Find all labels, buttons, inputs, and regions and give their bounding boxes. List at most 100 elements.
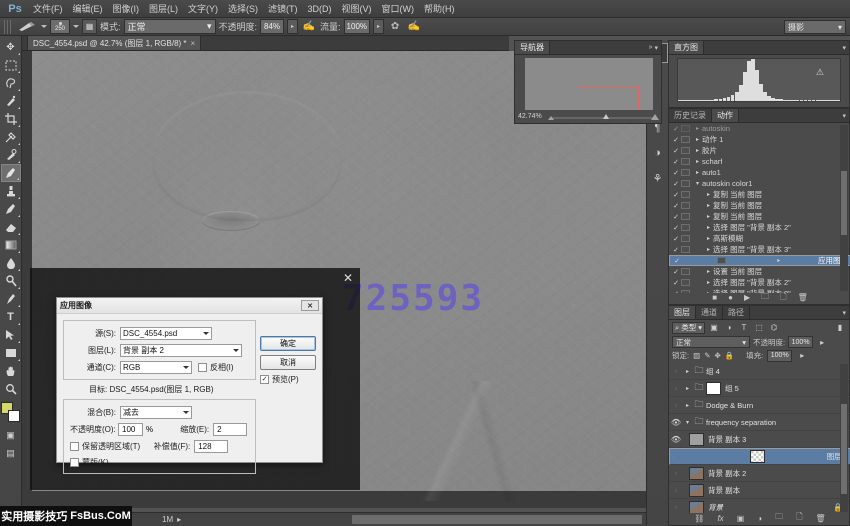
action-row[interactable]: ✓▸复制 当前 图层 [669, 189, 850, 200]
brush-tool[interactable] [1, 164, 21, 182]
action-toggle-checkmark-icon[interactable]: ✓ [671, 180, 681, 188]
actions-list[interactable]: ✓▸autoskin✓▸动作 1✓▸胶片✓▸scharf✓▸auto1✓▾aut… [669, 123, 850, 293]
stop-action-icon[interactable]: ■ [712, 293, 717, 302]
layer-visibility-icon[interactable]: ▫ [669, 486, 683, 495]
tab-channels[interactable]: 通道 [696, 306, 723, 319]
tab-navigator[interactable]: 导航器 [515, 41, 550, 54]
brush-size-chevron-icon[interactable] [73, 25, 79, 28]
disclosure-triangle-icon[interactable]: ▸ [704, 268, 713, 275]
zoom-tool[interactable] [1, 380, 21, 398]
new-layer-icon[interactable]: 🗋 [796, 511, 802, 525]
blend-select[interactable]: 减去 [120, 406, 192, 419]
scrollbar-thumb[interactable] [352, 515, 642, 524]
layer-thumbnail[interactable] [750, 450, 765, 463]
disclosure-triangle-icon[interactable]: ▸ [693, 125, 702, 132]
action-row[interactable]: ✓▸应用图像 [669, 255, 850, 266]
action-toggle-checkmark-icon[interactable]: ✓ [671, 213, 681, 221]
airbrush-icon[interactable]: ✿ [387, 19, 403, 34]
action-toggle-checkmark-icon[interactable]: ✓ [671, 136, 681, 144]
action-toggle-checkmark-icon[interactable]: ✓ [671, 125, 681, 133]
action-row[interactable]: ✓▸auto1 [669, 167, 850, 178]
layer-row[interactable]: ▫▸🗀组 5 [669, 380, 850, 397]
play-action-icon[interactable]: ▶ [744, 293, 750, 302]
action-row[interactable]: ✓▸scharf [669, 156, 850, 167]
layer-row[interactable]: ▫▸🗀组 4 [669, 363, 850, 380]
layer-row[interactable]: ▫背景 副本 2 [669, 465, 850, 482]
action-toggle-checkmark-icon[interactable]: ✓ [671, 235, 681, 243]
filter-toggle-icon[interactable]: ▮ [834, 322, 846, 334]
actions-scrollbar[interactable] [840, 125, 848, 291]
layer-blend-mode-select[interactable]: 正常 ▾ [672, 336, 750, 348]
blend-mode-select[interactable]: 正常 ▾ [124, 19, 216, 34]
action-dialog-toggle-icon[interactable] [681, 246, 690, 253]
layer-style-icon[interactable]: fx [717, 514, 723, 523]
clone-stamp-tool[interactable] [1, 182, 21, 200]
collapse-icon[interactable]: » [649, 44, 653, 51]
action-toggle-checkmark-icon[interactable]: ✓ [671, 202, 681, 210]
layer-thumbnail[interactable] [689, 433, 704, 446]
action-row[interactable]: ✓▾autoskin color1 [669, 178, 850, 189]
layer-row[interactable]: ▫图层 1 [669, 448, 850, 465]
record-action-icon[interactable]: ● [728, 293, 733, 302]
disclosure-triangle-icon[interactable]: ▸ [683, 385, 692, 392]
disclosure-triangle-icon[interactable]: ▸ [704, 235, 713, 242]
tab-paths[interactable]: 路径 [723, 306, 750, 319]
action-toggle-checkmark-icon[interactable]: ✓ [671, 224, 681, 232]
dodge-tool[interactable] [1, 272, 21, 290]
mask-checkbox[interactable]: 蒙版(K)... [70, 457, 115, 468]
marquee-tool[interactable] [1, 56, 21, 74]
layer-visibility-icon[interactable]: ▫ [669, 469, 683, 478]
color-swatches[interactable] [1, 402, 21, 424]
pen-tool[interactable] [1, 290, 21, 308]
opacity-value-field[interactable]: 84% [260, 19, 284, 34]
scrollbar-thumb[interactable] [841, 171, 847, 235]
layer-opacity-value[interactable]: 100% [788, 336, 813, 348]
crop-tool[interactable] [1, 110, 21, 128]
panel-menu-icon[interactable]: ▾ [842, 309, 846, 317]
layer-fill-value[interactable]: 100% [767, 350, 792, 362]
layer-mask-thumbnail[interactable] [706, 382, 721, 395]
navigator-thumbnail[interactable] [525, 58, 653, 112]
gradient-tool[interactable] [1, 236, 21, 254]
healing-brush-tool[interactable] [1, 146, 21, 164]
eraser-tool[interactable] [1, 218, 21, 236]
delete-layer-icon[interactable]: 🗑 [816, 514, 826, 523]
action-dialog-toggle-icon[interactable] [681, 180, 690, 187]
zoom-in-icon[interactable] [651, 114, 659, 120]
dialog-title-bar[interactable]: 应用图像 ✕ [57, 298, 322, 314]
path-select-tool[interactable] [1, 326, 21, 344]
lasso-tool[interactable] [1, 74, 21, 92]
flow-value-field[interactable]: 100% [344, 19, 370, 34]
disclosure-triangle-icon[interactable]: ▾ [683, 419, 692, 426]
action-dialog-toggle-icon[interactable] [681, 136, 690, 143]
layer-row[interactable]: 👁▾🗀frequency separation [669, 414, 850, 431]
filter-type-icon[interactable]: T [738, 322, 750, 334]
filter-smart-icon[interactable]: ⌬ [768, 322, 780, 334]
action-dialog-toggle-icon[interactable] [681, 125, 690, 132]
action-row[interactable]: ✓▸选择 图层 "背景 副本 3" [669, 244, 850, 255]
action-dialog-toggle-icon[interactable] [681, 158, 690, 165]
lock-transparent-icon[interactable]: ▨ [693, 351, 700, 360]
brush-panel-toggle-icon[interactable]: ▦ [82, 19, 97, 34]
disclosure-triangle-icon[interactable]: ▸ [683, 402, 692, 409]
disclosure-triangle-icon[interactable]: ▸ [704, 246, 713, 253]
disclosure-triangle-icon[interactable]: ▸ [704, 202, 713, 209]
layer-select[interactable]: 背景 副本 2 [120, 344, 242, 357]
brush-dock-icon[interactable]: ⚘ [648, 168, 668, 188]
disclosure-triangle-icon[interactable]: ▸ [693, 169, 702, 176]
layer-visibility-icon[interactable]: 👁 [669, 418, 683, 427]
action-row[interactable]: ✓▸胶片 [669, 145, 850, 156]
disclosure-triangle-icon[interactable]: ▸ [704, 191, 713, 198]
action-toggle-checkmark-icon[interactable]: ✓ [671, 191, 681, 199]
action-dialog-toggle-icon[interactable] [681, 224, 690, 231]
blur-tool[interactable] [1, 254, 21, 272]
disclosure-triangle-icon[interactable]: ▸ [704, 224, 713, 231]
layer-visibility-icon[interactable]: ▫ [669, 367, 683, 376]
quick-select-tool[interactable] [1, 92, 21, 110]
action-toggle-checkmark-icon[interactable]: ✓ [671, 268, 681, 276]
action-row[interactable]: ✓▸高斯模糊 [669, 233, 850, 244]
action-dialog-toggle-icon[interactable] [717, 257, 726, 264]
action-dialog-toggle-icon[interactable] [681, 279, 690, 286]
menu-layer[interactable]: 图层(L) [144, 1, 183, 17]
filter-adjustment-icon[interactable]: ◑ [723, 322, 735, 334]
